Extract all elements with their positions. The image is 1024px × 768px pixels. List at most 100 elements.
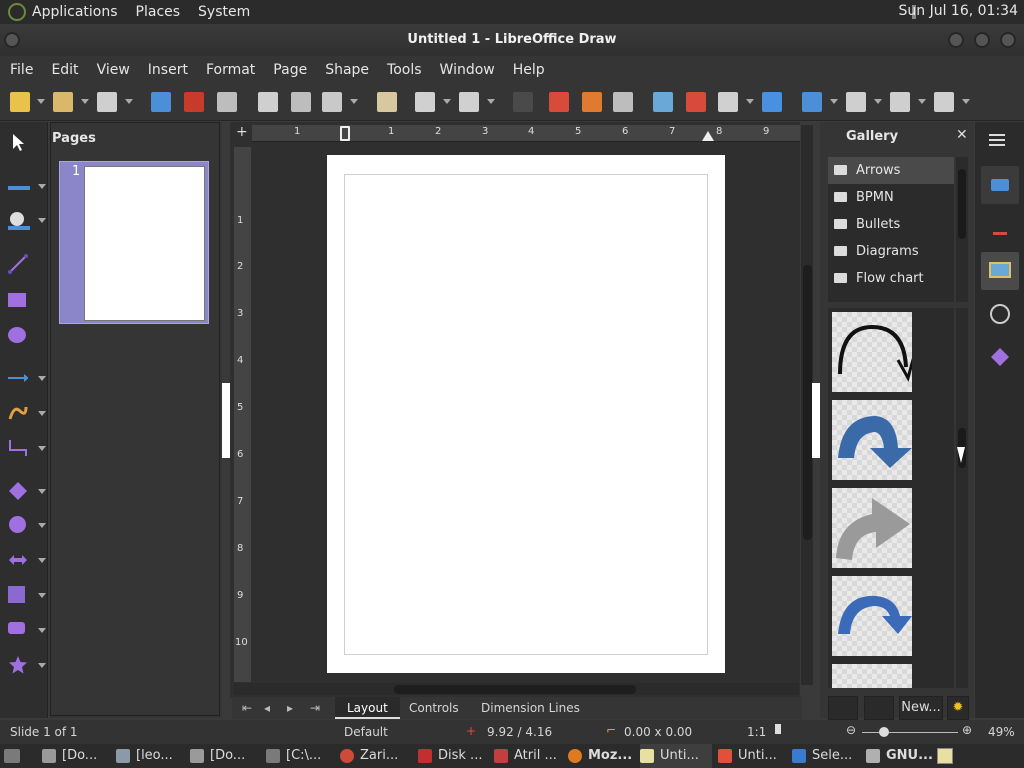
paste-icon[interactable] xyxy=(322,92,342,112)
next-tab-icon[interactable]: ▸ xyxy=(287,701,301,715)
close-panel-icon[interactable]: ✕ xyxy=(956,127,968,143)
copy-icon[interactable] xyxy=(291,92,311,112)
tab-dimension-lines[interactable]: Dimension Lines xyxy=(469,697,592,719)
tab-layout[interactable]: Layout xyxy=(335,697,400,719)
taskbar-item[interactable]: [Do... xyxy=(190,744,262,768)
window-menu-icon[interactable] xyxy=(4,32,20,48)
styles-icon[interactable] xyxy=(981,209,1019,247)
taskbar-item[interactable]: GNU... xyxy=(866,744,938,768)
connectors-icon[interactable] xyxy=(8,438,46,458)
qr-code-icon[interactable] xyxy=(613,92,633,112)
helplines-icon[interactable] xyxy=(549,92,569,112)
gallery-icon[interactable] xyxy=(981,252,1019,290)
open-icon[interactable] xyxy=(53,92,73,112)
callouts-icon[interactable] xyxy=(8,620,46,640)
list-item[interactable]: Flow chart xyxy=(828,265,954,292)
undo-icon[interactable] xyxy=(415,92,435,112)
taskbar-item[interactable]: [leo... xyxy=(116,744,188,768)
menu-tools[interactable]: Tools xyxy=(387,62,422,78)
properties-icon[interactable] xyxy=(981,166,1019,204)
arrow-green-icon[interactable] xyxy=(832,664,912,688)
detailed-view-icon[interactable] xyxy=(864,696,894,720)
insert-textbox-icon[interactable] xyxy=(686,92,706,112)
list-item[interactable]: Bullets xyxy=(828,211,954,238)
ellipse-tool-icon[interactable] xyxy=(8,325,28,345)
menu-format[interactable]: Format xyxy=(206,62,255,78)
previous-tab-icon[interactable]: ◂ xyxy=(264,701,278,715)
flowchart-icon[interactable] xyxy=(8,585,46,605)
list-item[interactable]: Diagrams xyxy=(828,238,954,265)
fontwork-icon[interactable] xyxy=(762,92,782,112)
taskbar-item-active[interactable]: Unti... xyxy=(640,744,712,768)
gallery-panel-splitter[interactable] xyxy=(812,383,820,458)
curved-arrow-gray-icon[interactable] xyxy=(832,488,912,568)
first-tab-icon[interactable]: ⇤ xyxy=(242,701,256,715)
redo-icon[interactable] xyxy=(459,92,479,112)
transformations-icon[interactable] xyxy=(802,92,822,112)
clone-formatting-icon[interactable] xyxy=(377,92,397,112)
align-objects-icon[interactable] xyxy=(846,92,866,112)
vertical-ruler[interactable]: 1 2 3 4 5 6 7 8 9 10 xyxy=(234,147,251,682)
list-item[interactable]: BPMN xyxy=(828,184,954,211)
menu-file[interactable]: File xyxy=(10,62,33,78)
taskbar-item[interactable]: [C:\... xyxy=(266,744,338,768)
zoom-level[interactable]: 49% xyxy=(988,725,1015,739)
scale-indicator[interactable]: 1:1 xyxy=(747,725,766,739)
rectangle-tool-icon[interactable] xyxy=(8,290,28,310)
menu-page[interactable]: Page xyxy=(273,62,307,78)
system-logo-icon[interactable] xyxy=(8,3,26,21)
master-page-name[interactable]: Default xyxy=(344,725,388,739)
save-icon[interactable] xyxy=(97,92,117,112)
taskbar-item[interactable]: Atril ... xyxy=(494,744,566,768)
clock[interactable]: Sun Jul 16, 01:34 xyxy=(899,3,1019,19)
block-arrows-icon[interactable] xyxy=(8,550,46,570)
menu-help[interactable]: Help xyxy=(513,62,545,78)
menu-edit[interactable]: Edit xyxy=(51,62,78,78)
theme-list-scroll-thumb[interactable] xyxy=(958,169,966,239)
horizontal-ruler[interactable]: 1 1 2 3 4 5 6 7 8 9 xyxy=(252,125,800,142)
zoom-out-icon[interactable]: ⊖ xyxy=(846,723,856,737)
applications-menu[interactable]: Applications xyxy=(32,4,118,20)
right-indent-marker[interactable] xyxy=(702,131,714,141)
vertical-scroll-thumb[interactable] xyxy=(803,265,812,540)
tab-controls[interactable]: Controls xyxy=(397,697,471,719)
export-pdf-icon[interactable] xyxy=(184,92,204,112)
menu-view[interactable]: View xyxy=(97,62,130,78)
ruler-origin-icon[interactable]: + xyxy=(236,125,248,139)
symbol-shapes-icon[interactable] xyxy=(8,515,46,535)
close-window-icon[interactable] xyxy=(1000,32,1016,48)
cut-icon[interactable] xyxy=(258,92,278,112)
show-desktop-icon[interactable] xyxy=(4,749,20,763)
lines-arrows-icon[interactable] xyxy=(8,368,46,388)
gallery-settings-icon[interactable]: ✹ xyxy=(947,696,969,720)
menu-window[interactable]: Window xyxy=(440,62,495,78)
distribute-icon[interactable] xyxy=(934,92,954,112)
select-arrow-icon[interactable] xyxy=(8,132,28,152)
curved-arrow-blue-icon[interactable] xyxy=(832,400,912,480)
taskbar-item[interactable]: [Do... xyxy=(42,744,114,768)
arrange-icon[interactable] xyxy=(890,92,910,112)
shapes-icon[interactable] xyxy=(981,338,1019,376)
curves-polygons-icon[interactable] xyxy=(8,403,46,423)
horizontal-scrollbar[interactable] xyxy=(234,683,799,695)
menu-shape[interactable]: Shape xyxy=(325,62,369,78)
grid-icon[interactable] xyxy=(513,92,533,112)
stars-icon[interactable] xyxy=(8,655,46,675)
maximize-icon[interactable] xyxy=(974,32,990,48)
left-indent-marker[interactable] xyxy=(340,126,350,141)
tray-libreoffice-icon[interactable] xyxy=(937,748,953,764)
curved-arrow-black-icon[interactable] xyxy=(832,312,916,392)
taskbar-item[interactable]: Zari... xyxy=(340,744,412,768)
horizontal-scroll-thumb[interactable] xyxy=(394,685,636,694)
navigator-icon[interactable] xyxy=(981,295,1019,333)
special-character-icon[interactable] xyxy=(718,92,738,112)
line-tool-icon[interactable] xyxy=(8,254,28,274)
print-icon[interactable] xyxy=(217,92,237,112)
basic-shapes-icon[interactable] xyxy=(8,481,46,501)
line-color-icon[interactable] xyxy=(8,176,46,196)
taskbar-item[interactable]: Unti... xyxy=(718,744,790,768)
zoom-pan-icon[interactable] xyxy=(582,92,602,112)
zoom-slider[interactable] xyxy=(862,732,958,733)
system-menu[interactable]: System xyxy=(198,4,250,20)
sidebar-menu-icon[interactable] xyxy=(989,134,1005,146)
